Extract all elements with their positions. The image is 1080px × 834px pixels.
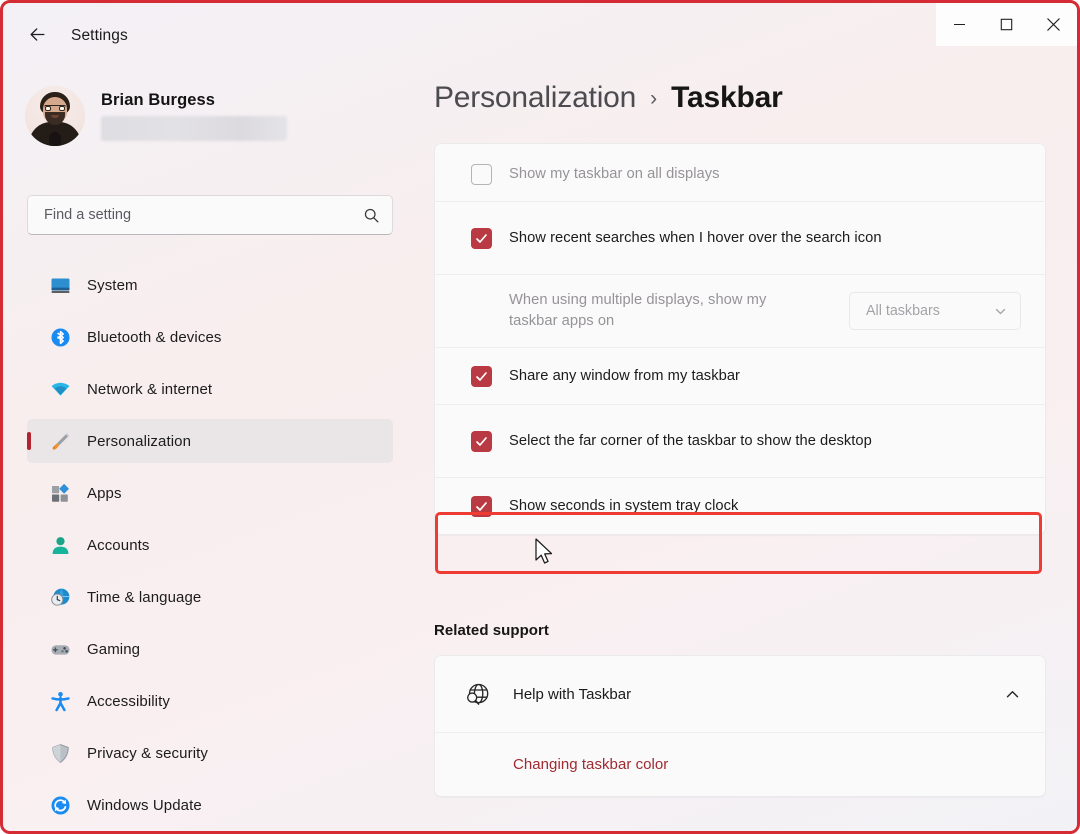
sidebar-item-personalization[interactable]: Personalization [27,419,393,463]
shield-icon [49,742,71,764]
accessibility-icon [49,690,71,712]
search-box[interactable] [27,195,393,235]
sidebar-item-gaming[interactable]: Gaming [27,627,393,671]
search-container [27,195,393,235]
globe-search-icon [463,680,491,708]
row-label: Show recent searches when I hover over t… [509,229,882,246]
table-row[interactable]: Share any window from my taskbar [435,347,1045,404]
row-label: Share any window from my taskbar [509,367,740,384]
checkbox-show-taskbar-all-displays[interactable] [471,164,492,185]
row-label: When using multiple displays, show my ta… [509,292,767,329]
sidebar-item-accessibility[interactable]: Accessibility [27,679,393,723]
sidebar-item-windows-update[interactable]: Windows Update [27,783,393,827]
row-label: Show my taskbar on all displays [509,166,720,183]
update-refresh-icon [49,794,71,816]
related-support-card: Help with Taskbar Changing taskbar color [434,655,1046,797]
sidebar-nav: System Bluetooth & devices Network & int… [27,263,393,831]
settings-window: Settings Brian Burgess Find a setting Sy… [3,3,1077,831]
checkbox-show-seconds-system-tray-clock[interactable] [471,495,492,517]
sidebar-item-label: Accounts [87,536,150,554]
app-title: Settings [71,27,128,44]
sidebar-item-accounts[interactable]: Accounts [27,523,393,567]
breadcrumb: Personalization › Taskbar [434,81,783,115]
paintbrush-icon [49,430,71,452]
wifi-icon [49,378,71,400]
related-support-title: Related support [434,622,549,639]
checkbox-select-far-corner[interactable] [471,430,492,452]
settings-window-root: Settings Brian Burgess Find a setting Sy… [0,0,1080,834]
row-label: Select the far corner of the taskbar to … [509,432,872,449]
row-label: Show seconds in system tray clock [509,497,739,514]
clock-globe-icon [49,586,71,608]
table-row[interactable]: Select the far corner of the taskbar to … [435,404,1045,477]
bluetooth-icon [49,326,71,348]
dropdown-multiple-displays[interactable]: All taskbars [849,292,1021,330]
title-bar: Settings [3,3,1077,67]
sidebar-item-label: Network & internet [87,380,213,398]
minimize-button[interactable] [936,3,983,46]
minimize-icon [953,18,966,31]
search-input[interactable] [44,207,363,223]
sidebar-item-label: System [87,276,138,294]
chevron-up-icon[interactable] [1004,686,1021,703]
account-block[interactable]: Brian Burgess [25,77,395,155]
table-row[interactable]: Show recent searches when I hover over t… [435,201,1045,274]
help-with-taskbar-label: Help with Taskbar [513,685,632,703]
table-row[interactable]: Show my taskbar on all displays [435,144,1045,201]
maximize-button[interactable] [983,3,1030,46]
window-controls [936,3,1077,46]
sidebar-item-label: Privacy & security [87,744,208,762]
sidebar-item-apps[interactable]: Apps [27,471,393,515]
sidebar: Brian Burgess Find a setting System Blue… [3,67,417,831]
maximize-icon [1000,18,1013,31]
sidebar-item-label: Apps [87,484,122,502]
sidebar-item-privacy-security[interactable]: Privacy & security [27,731,393,775]
avatar [25,86,85,146]
search-icon[interactable] [363,207,380,224]
monitor-icon [49,274,71,296]
chevron-down-icon [994,305,1007,318]
sidebar-item-label: Personalization [87,432,192,450]
dropdown-value: All taskbars [866,303,940,319]
table-row[interactable]: When using multiple displays, show my ta… [435,274,1045,347]
apps-icon [49,482,71,504]
sidebar-item-label: Gaming [87,640,141,658]
page-title: Taskbar [671,81,783,114]
close-button[interactable] [1030,3,1077,46]
sidebar-item-time-language[interactable]: Time & language [27,575,393,619]
account-name: Brian Burgess [101,91,216,109]
changing-taskbar-color-link[interactable]: Changing taskbar color [513,756,668,773]
checkbox-share-any-window[interactable] [471,365,492,387]
sidebar-item-label: Bluetooth & devices [87,328,222,346]
breadcrumb-separator-icon: › [650,87,658,110]
sidebar-item-system[interactable]: System [27,263,393,307]
sidebar-item-bluetooth-devices[interactable]: Bluetooth & devices [27,315,393,359]
back-arrow-icon [28,25,47,49]
back-button[interactable] [20,21,54,53]
checkbox-show-recent-searches[interactable] [471,227,492,249]
table-row[interactable]: Show seconds in system tray clock [435,477,1045,534]
help-with-taskbar-row[interactable]: Help with Taskbar [435,656,1045,732]
gamepad-icon [49,638,71,660]
sidebar-item-label: Windows Update [87,796,202,814]
sidebar-item-label: Time & language [87,588,202,606]
taskbar-settings-card: Show my taskbar on all displays Show rec… [434,143,1046,535]
sidebar-item-network-internet[interactable]: Network & internet [27,367,393,411]
support-link-row[interactable]: Changing taskbar color [435,732,1045,796]
close-icon [1046,17,1061,32]
sidebar-item-label: Accessibility [87,692,170,710]
breadcrumb-parent[interactable]: Personalization [434,81,636,115]
account-email-redacted [101,116,287,141]
main-content: Personalization › Taskbar Show my taskba… [417,67,1077,831]
person-icon [49,534,71,556]
